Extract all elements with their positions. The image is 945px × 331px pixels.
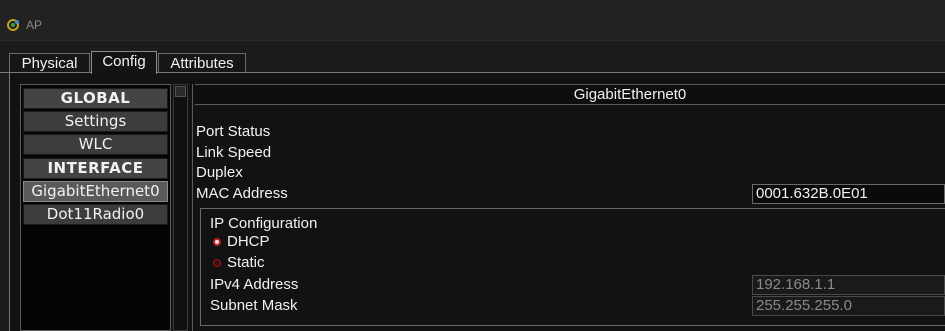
ip-configuration-legend: IP Configuration — [210, 215, 318, 232]
interface-title: GigabitEthernet0 — [573, 86, 687, 103]
content-divider — [192, 84, 193, 331]
interface-header: GigabitEthernet0 — [195, 84, 945, 105]
duplex-label: Duplex — [196, 164, 243, 181]
packet-tracer-icon — [7, 19, 19, 31]
sidebar-item-settings[interactable]: Settings — [23, 111, 168, 132]
ipv4-address-field[interactable]: 192.168.1.1 — [752, 275, 945, 295]
window-title: AP — [26, 18, 43, 32]
window-titlebar: AP — [0, 0, 945, 41]
static-radio[interactable] — [213, 259, 221, 267]
ipv4-address-label: IPv4 Address — [210, 276, 299, 293]
sidebar-item-gigabitethernet0[interactable]: GigabitEthernet0 — [23, 181, 168, 202]
sidebar-scrollbar[interactable] — [173, 84, 188, 331]
scroll-up-arrow-icon[interactable] — [175, 86, 186, 97]
mac-address-label: MAC Address — [196, 185, 288, 202]
port-status-label: Port Status — [196, 123, 271, 140]
dhcp-radio[interactable] — [213, 238, 221, 246]
tab-config[interactable]: Config — [91, 51, 157, 74]
tab-attributes[interactable]: Attributes — [158, 53, 246, 73]
sidebar-header-global: GLOBAL — [23, 88, 168, 109]
mac-address-field[interactable]: 0001.632B.0E01 — [752, 184, 945, 204]
subnet-mask-label: Subnet Mask — [210, 297, 298, 314]
dhcp-label[interactable]: DHCP — [227, 233, 270, 250]
tab-physical[interactable]: Physical — [9, 53, 90, 73]
sidebar-header-interface: INTERFACE — [23, 158, 168, 179]
link-speed-label: Link Speed — [196, 144, 272, 161]
config-sidebar: GLOBAL Settings WLC INTERFACE GigabitEth… — [20, 84, 171, 331]
sidebar-item-wlc[interactable]: WLC — [23, 134, 168, 155]
sidebar-item-dot11radio0[interactable]: Dot11Radio0 — [23, 204, 168, 225]
subnet-mask-field[interactable]: 255.255.255.0 — [752, 296, 945, 316]
static-label[interactable]: Static — [227, 254, 265, 271]
